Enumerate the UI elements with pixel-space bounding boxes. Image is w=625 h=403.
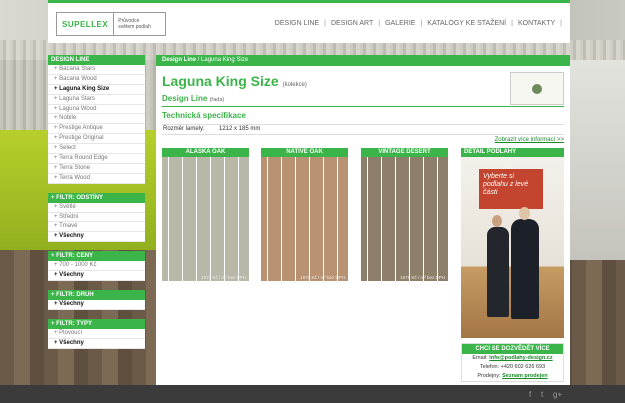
sidebar-heading: DESIGN LINE [48, 55, 145, 65]
sidebar-item[interactable]: + Bacana Stars [48, 65, 145, 75]
filter-all[interactable]: + Všechny [48, 300, 145, 310]
logo-tagline: Průvodce světem podlah [114, 18, 151, 30]
contact-stores-line: Prodejny: Seznam prodejen [462, 372, 563, 381]
footer-bar [0, 385, 625, 403]
spec-heading: Technická specifikace [162, 111, 246, 120]
detail-promo-text: Vyberte si podlahu z levé části [479, 169, 543, 209]
contact-email-line: Email: info@podlahy-design.cz [462, 354, 563, 363]
sidebar-item[interactable]: + Terra Stone [48, 163, 145, 174]
collection-logo-mark [532, 83, 542, 94]
sidebar-item-active[interactable]: + Laguna King Size [48, 84, 145, 95]
google-plus-icon[interactable]: g+ [553, 390, 562, 399]
contact-email-link[interactable]: info@podlahy-design.cz [489, 355, 552, 361]
filter-item[interactable]: + Tmavé [48, 222, 145, 233]
contact-phone: Telefon: +420 602 626 693 [479, 364, 546, 370]
page-title-suffix: (kolekce) [282, 82, 307, 88]
person-illustration [487, 227, 509, 317]
filter-prices: + FILTR: CENY + 700 - 1000 Kč + Všechny [48, 251, 145, 282]
tile-image[interactable]: 1079 Kč / m² bez DPH [162, 157, 249, 281]
filter-heading: + FILTR: CENY [48, 251, 145, 262]
contact-email-label: Email: [472, 355, 488, 361]
floor-detail-panel: DETAIL PODLAHY Vyberte si podlahu z levé… [461, 148, 564, 338]
sidebar-item[interactable]: + Terra Wood [48, 173, 145, 184]
contact-heading: CHCI SE DOZVĚDĚT VÍCE [462, 344, 563, 354]
page-subtitle-suffix: (řada) [209, 97, 225, 103]
filter-shades: + FILTR: ODSTÍNY + Světlé + Středni + Tm… [48, 192, 145, 243]
filter-item[interactable]: + Plovoucí [48, 328, 145, 339]
sidebar-item[interactable]: + Select [48, 144, 145, 155]
sidebar-item[interactable]: + Prestige Original [48, 134, 145, 145]
tile-price: 1079 Kč / m² bez DPH [201, 275, 246, 280]
spec-value: 1212 x 185 mm [219, 126, 261, 132]
site-logo[interactable]: SUPELLEX Průvodce světem podlah [56, 12, 166, 36]
product-tile-vintage-desert[interactable]: VINTAGE DESERT 1079 Kč / m² bez DPH [361, 148, 448, 281]
divider [162, 106, 564, 107]
sidebar-item[interactable]: + Laguna Stars [48, 94, 145, 105]
contact-stores-label: Prodejny: [477, 373, 501, 379]
page-title-text: Laguna King Size [162, 73, 279, 89]
filter-heading: + FILTR: TYPY [48, 318, 145, 329]
sidebar-item[interactable]: + Terra Round Edge [48, 154, 145, 164]
filter-all[interactable]: + Všechny [48, 232, 145, 243]
person-illustration [511, 219, 539, 319]
main-content: Design Line / Laguna King Size Laguna Ki… [156, 55, 570, 385]
filter-types: + FILTR: TYPY + Plovoucí + Všechny [48, 318, 145, 349]
filter-item[interactable]: + Světlé [48, 202, 145, 213]
breadcrumb-current: Laguna King Size [201, 57, 249, 63]
filter-all[interactable]: + Všechny [48, 338, 145, 349]
contact-box: CHCI SE DOZVĚDĚT VÍCE Email: info@podlah… [461, 343, 564, 382]
tile-image[interactable]: 1079 Kč / m² bez DPH [261, 157, 348, 281]
nav-separator: | [560, 20, 562, 27]
site-header: SUPELLEX Průvodce světem podlah DESIGN L… [48, 0, 570, 43]
filter-all[interactable]: + Všechny [48, 271, 145, 282]
logo-tagline-line2: světem podlah [118, 24, 151, 30]
background-right [570, 60, 625, 260]
filter-heading: + FILTR: ODSTÍNY [48, 192, 145, 203]
nav-design-line[interactable]: DESIGN LINE [270, 20, 324, 27]
twitter-icon[interactable]: t [541, 390, 543, 399]
nav-galerie[interactable]: GALERIE [380, 20, 420, 27]
filter-item[interactable]: + 700 - 1000 Kč [48, 261, 145, 272]
facebook-icon[interactable]: f [529, 390, 531, 399]
page-subtitle: Design Line (řada) [162, 94, 224, 103]
detail-image: Vyberte si podlahu z levé části [461, 157, 564, 338]
person-head [492, 215, 502, 227]
sidebar-item[interactable]: + Bacana Wood [48, 74, 145, 85]
product-tile-native-oak[interactable]: NATIVE OAK 1079 Kč / m² bez DPH [261, 148, 348, 281]
logo-brand: SUPELLEX [57, 13, 115, 35]
collection-logo [510, 72, 564, 105]
tile-image[interactable]: 1079 Kč / m² bez DPH [361, 157, 448, 281]
tile-title: VINTAGE DESERT [361, 148, 448, 157]
contact-stores-link[interactable]: Seznam prodejen [502, 373, 548, 379]
nav-design-art[interactable]: DESIGN ART [326, 20, 378, 27]
page-subtitle-text: Design Line [162, 94, 208, 103]
tile-price: 1079 Kč / m² bez DPH [300, 275, 345, 280]
sidebar-item[interactable]: + Nobile [48, 114, 145, 125]
tile-title: ALASKA OAK [162, 148, 249, 157]
breadcrumb-root[interactable]: Design Line [162, 57, 196, 63]
tile-price: 1079 Kč / m² bez DPH [400, 275, 445, 280]
sidebar: DESIGN LINE + Bacana Stars + Bacana Wood… [48, 55, 145, 349]
spec-row: Rozměr lamely: 1212 x 185 mm [162, 124, 564, 135]
page-title: Laguna King Size (kolekce) [162, 73, 307, 89]
person-head [519, 207, 530, 220]
more-info-link[interactable]: Zobrazit více informací >> [495, 137, 564, 143]
nav-kontakty[interactable]: KONTAKTY [513, 20, 560, 27]
tile-title: NATIVE OAK [261, 148, 348, 157]
breadcrumb: Design Line / Laguna King Size [156, 55, 570, 66]
detail-heading: DETAIL PODLAHY [461, 148, 564, 157]
filter-kind: + FILTR: DRUH + Všechny [48, 290, 145, 310]
main-nav: DESIGN LINE | DESIGN ART | GALERIE | KATALO… [270, 20, 562, 27]
spec-label: Rozměr lamely: [163, 126, 205, 132]
filter-item[interactable]: + Středni [48, 212, 145, 223]
product-tile-alaska-oak[interactable]: ALASKA OAK 1079 Kč / m² bez DPH [162, 148, 249, 281]
sidebar-item[interactable]: + Prestige Antique [48, 124, 145, 135]
sidebar-item[interactable]: + Laguna Wood [48, 104, 145, 115]
filter-heading: + FILTR: DRUH [48, 290, 145, 301]
nav-katalogy[interactable]: KATALOGY KE STAŽENÍ [422, 20, 511, 27]
